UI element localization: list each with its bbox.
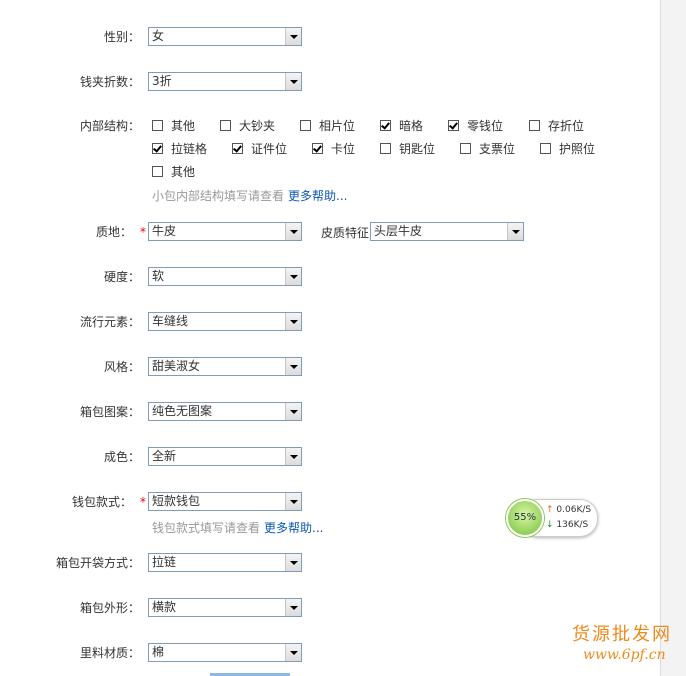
chevron-down-icon[interactable] [285,554,301,571]
chevron-down-icon[interactable] [285,403,301,420]
leather-feature-label: 皮质特征 [321,226,370,240]
style-label: 风格： [103,360,140,374]
popular-element-select[interactable]: 车缝线 [148,312,302,331]
checkbox-box[interactable] [152,166,163,177]
material-label: 质地： [95,225,132,239]
leather-feature-select[interactable]: 头层牛皮 [370,222,524,241]
lining-label: 里料材质： [79,646,140,660]
checkbox-box-checked[interactable] [312,143,323,154]
pattern-select[interactable]: 纯色无图案 [148,402,302,421]
wallet-fold-select[interactable]: 3折 [148,72,302,91]
chevron-down-icon[interactable] [285,268,301,285]
chevron-down-icon[interactable] [285,358,301,375]
chevron-down-icon[interactable] [285,493,301,510]
internal-structure-help: 小包内部结构填写请查看 更多帮助... [152,189,348,203]
hardness-label: 硬度： [103,270,140,284]
checkbox-box-checked[interactable] [380,120,391,131]
more-help-link[interactable]: 更多帮助... [264,521,323,535]
internal-structure-label: 内部结构： [79,119,140,133]
chevron-down-icon[interactable] [285,223,301,240]
opening-select[interactable]: 拉链 [148,553,302,572]
style-select[interactable]: 甜美淑女 [148,357,302,376]
wallet-style-label: 钱包款式： [71,495,132,509]
wallet-style-select[interactable]: 短款钱包 [148,492,302,511]
wallet-fold-label: 钱夹折数： [79,75,140,89]
condition-label: 成色： [103,450,140,464]
required-marker: * [140,225,146,239]
product-attributes-panel: 性别： 女 钱夹折数： 3折 内部结构： 其他 大钞夹 相片位 暗格 零钱位 存… [0,0,661,676]
chevron-down-icon[interactable] [285,644,301,661]
required-marker: * [140,495,146,509]
shape-select[interactable]: 横款 [148,598,302,617]
speed-percent-gauge: 55% [506,499,544,537]
checkbox-box[interactable] [529,120,540,131]
popular-element-label: 流行元素： [79,315,140,329]
checkbox-box[interactable] [220,120,231,131]
checkbox-box[interactable] [540,143,551,154]
wallet-style-help: 钱包款式填写请查看 更多帮助... [152,521,324,535]
checkbox-box-checked[interactable] [232,143,243,154]
chevron-down-icon[interactable] [285,313,301,330]
watermark-url: www.6pf.cn [583,647,666,663]
checkbox-box[interactable] [152,120,163,131]
network-speed-widget[interactable]: 55% ↑ 0.06K/S ↓ 136K/S [506,497,598,537]
checkbox-box[interactable] [300,120,311,131]
gender-label: 性别： [103,30,140,44]
chevron-down-icon[interactable] [285,599,301,616]
shape-label: 箱包外形： [79,601,140,615]
hardness-select[interactable]: 软 [148,267,302,286]
chevron-down-icon[interactable] [285,28,301,45]
gender-select[interactable]: 女 [148,27,302,46]
condition-select[interactable]: 全新 [148,447,302,466]
upload-speed: ↑ 0.06K/S [546,505,592,515]
chevron-down-icon[interactable] [285,448,301,465]
checkbox-box[interactable] [460,143,471,154]
checkbox-box[interactable] [380,143,391,154]
watermark-title: 货源批发网 [572,624,672,645]
more-help-link[interactable]: 更多帮助... [288,189,347,203]
material-select[interactable]: 牛皮 [148,222,302,241]
arrow-down-icon: ↓ [546,520,554,530]
pattern-label: 箱包图案： [79,405,140,419]
checkbox-box-checked[interactable] [448,120,459,131]
download-speed: ↓ 136K/S [546,520,589,530]
chevron-down-icon[interactable] [507,223,523,240]
lining-select[interactable]: 棉 [148,643,302,662]
checkbox-box-checked[interactable] [152,143,163,154]
arrow-up-icon: ↑ [546,505,554,515]
chevron-down-icon[interactable] [285,73,301,90]
opening-label: 箱包开袋方式： [55,556,140,570]
